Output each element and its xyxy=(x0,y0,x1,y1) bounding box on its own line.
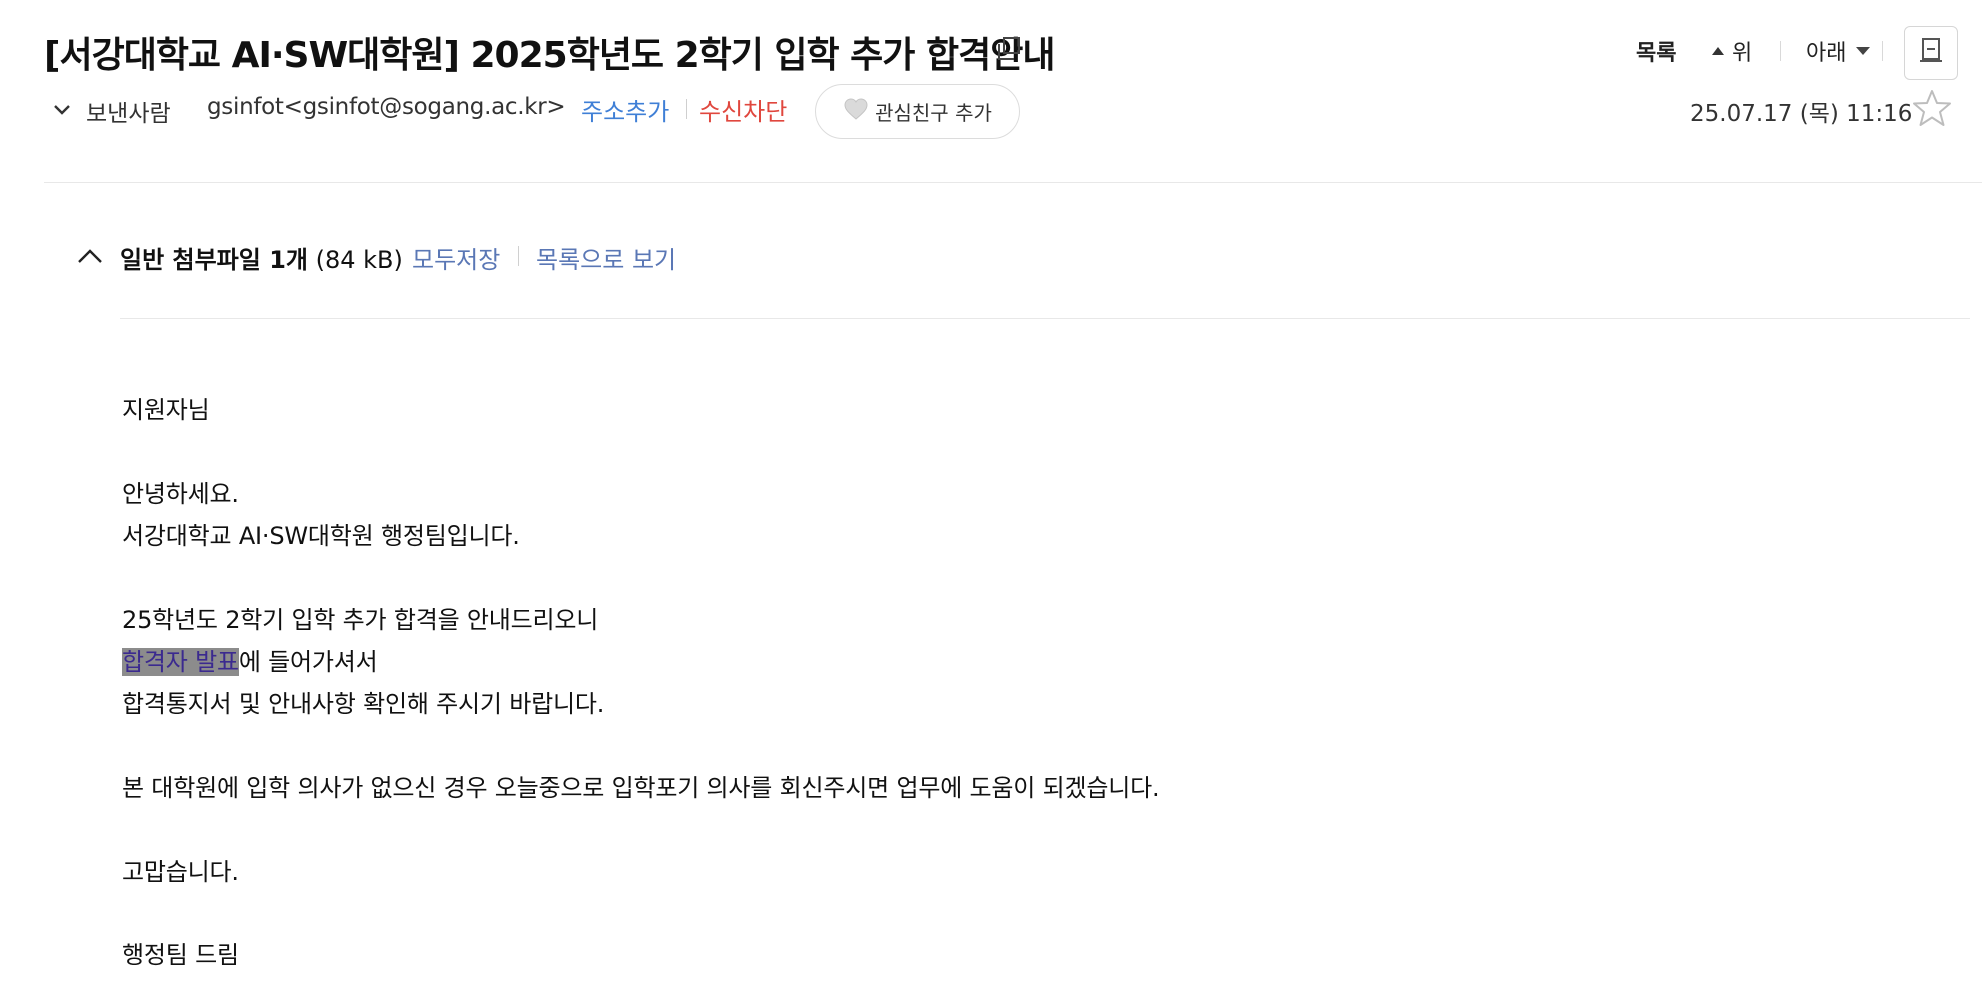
add-friend-label: 관심친구 추가 xyxy=(875,101,992,125)
caret-up-icon xyxy=(1712,47,1724,55)
prev-mail-button[interactable]: 위 xyxy=(1712,36,1752,66)
sender-address[interactable]: gsinfot<gsinfot@sogang.ac.kr> xyxy=(207,94,566,120)
list-button[interactable]: 목록 xyxy=(1636,36,1676,66)
add-friend-button[interactable]: 관심친구 추가 xyxy=(815,84,1020,139)
body-link-line: 합격자 발표에 들어가셔서 xyxy=(122,642,378,677)
body-intro: 서강대학교 AI·SW대학원 행정팀입니다. xyxy=(122,522,520,550)
attachment-summary: 일반 첨부파일 1개 (84 kB) xyxy=(120,240,403,275)
save-all-button[interactable]: 모두저장 xyxy=(412,240,500,275)
body-thanks: 고맙습니다. xyxy=(122,858,239,886)
body-greeting: 지원자님 xyxy=(122,396,210,424)
copy-icon[interactable] xyxy=(996,36,1022,62)
header-divider xyxy=(44,182,1982,183)
nav-divider xyxy=(1882,41,1883,61)
mail-view: [서강대학교 AI·SW대학원] 2025학년도 2학기 입학 추가 합격안내 … xyxy=(0,0,1982,994)
results-link[interactable]: 합격자 발표 xyxy=(122,648,239,676)
next-mail-button[interactable]: 아래 xyxy=(1806,36,1871,66)
mail-subject: [서강대학교 AI·SW대학원] 2025학년도 2학기 입학 추가 합격안내 xyxy=(44,35,1055,76)
attachment-rule xyxy=(120,318,1970,319)
next-mail-label: 아래 xyxy=(1806,41,1847,66)
attachment-count: 일반 첨부파일 1개 xyxy=(120,246,308,274)
body-decline: 본 대학원에 입학 의사가 없으신 경우 오늘중으로 입학포기 의사를 회신주시… xyxy=(122,774,1160,802)
body-signoff: 행정팀 드림 xyxy=(122,941,239,969)
add-address-link[interactable]: 주소추가 xyxy=(581,92,669,127)
body-notice: 25학년도 2학기 입학 추가 합격을 안내드리오니 xyxy=(122,606,599,634)
block-sender-link[interactable]: 수신차단 xyxy=(699,92,787,127)
nav-divider xyxy=(1780,41,1781,61)
chevron-up-icon[interactable] xyxy=(76,246,104,266)
attachment-size: (84 kB) xyxy=(315,246,403,274)
attachment-divider xyxy=(518,246,519,266)
sender-divider xyxy=(686,99,687,119)
prev-mail-label: 위 xyxy=(1732,41,1753,66)
body-check: 합격통지서 및 안내사항 확인해 주시기 바랍니다. xyxy=(122,690,605,718)
body-link-suffix: 에 들어가셔서 xyxy=(238,648,378,676)
chevron-down-icon[interactable] xyxy=(52,100,72,120)
sender-label: 보낸사람 xyxy=(86,101,171,127)
star-icon[interactable] xyxy=(1912,88,1952,128)
view-as-list-button[interactable]: 목록으로 보기 xyxy=(536,240,676,275)
caret-down-icon xyxy=(1856,47,1871,55)
heart-icon xyxy=(843,97,869,126)
print-icon xyxy=(1919,37,1943,69)
print-button[interactable] xyxy=(1904,26,1958,80)
mail-date: 25.07.17 (목) 11:16 xyxy=(1690,101,1913,127)
body-hello: 안녕하세요. xyxy=(122,480,239,508)
